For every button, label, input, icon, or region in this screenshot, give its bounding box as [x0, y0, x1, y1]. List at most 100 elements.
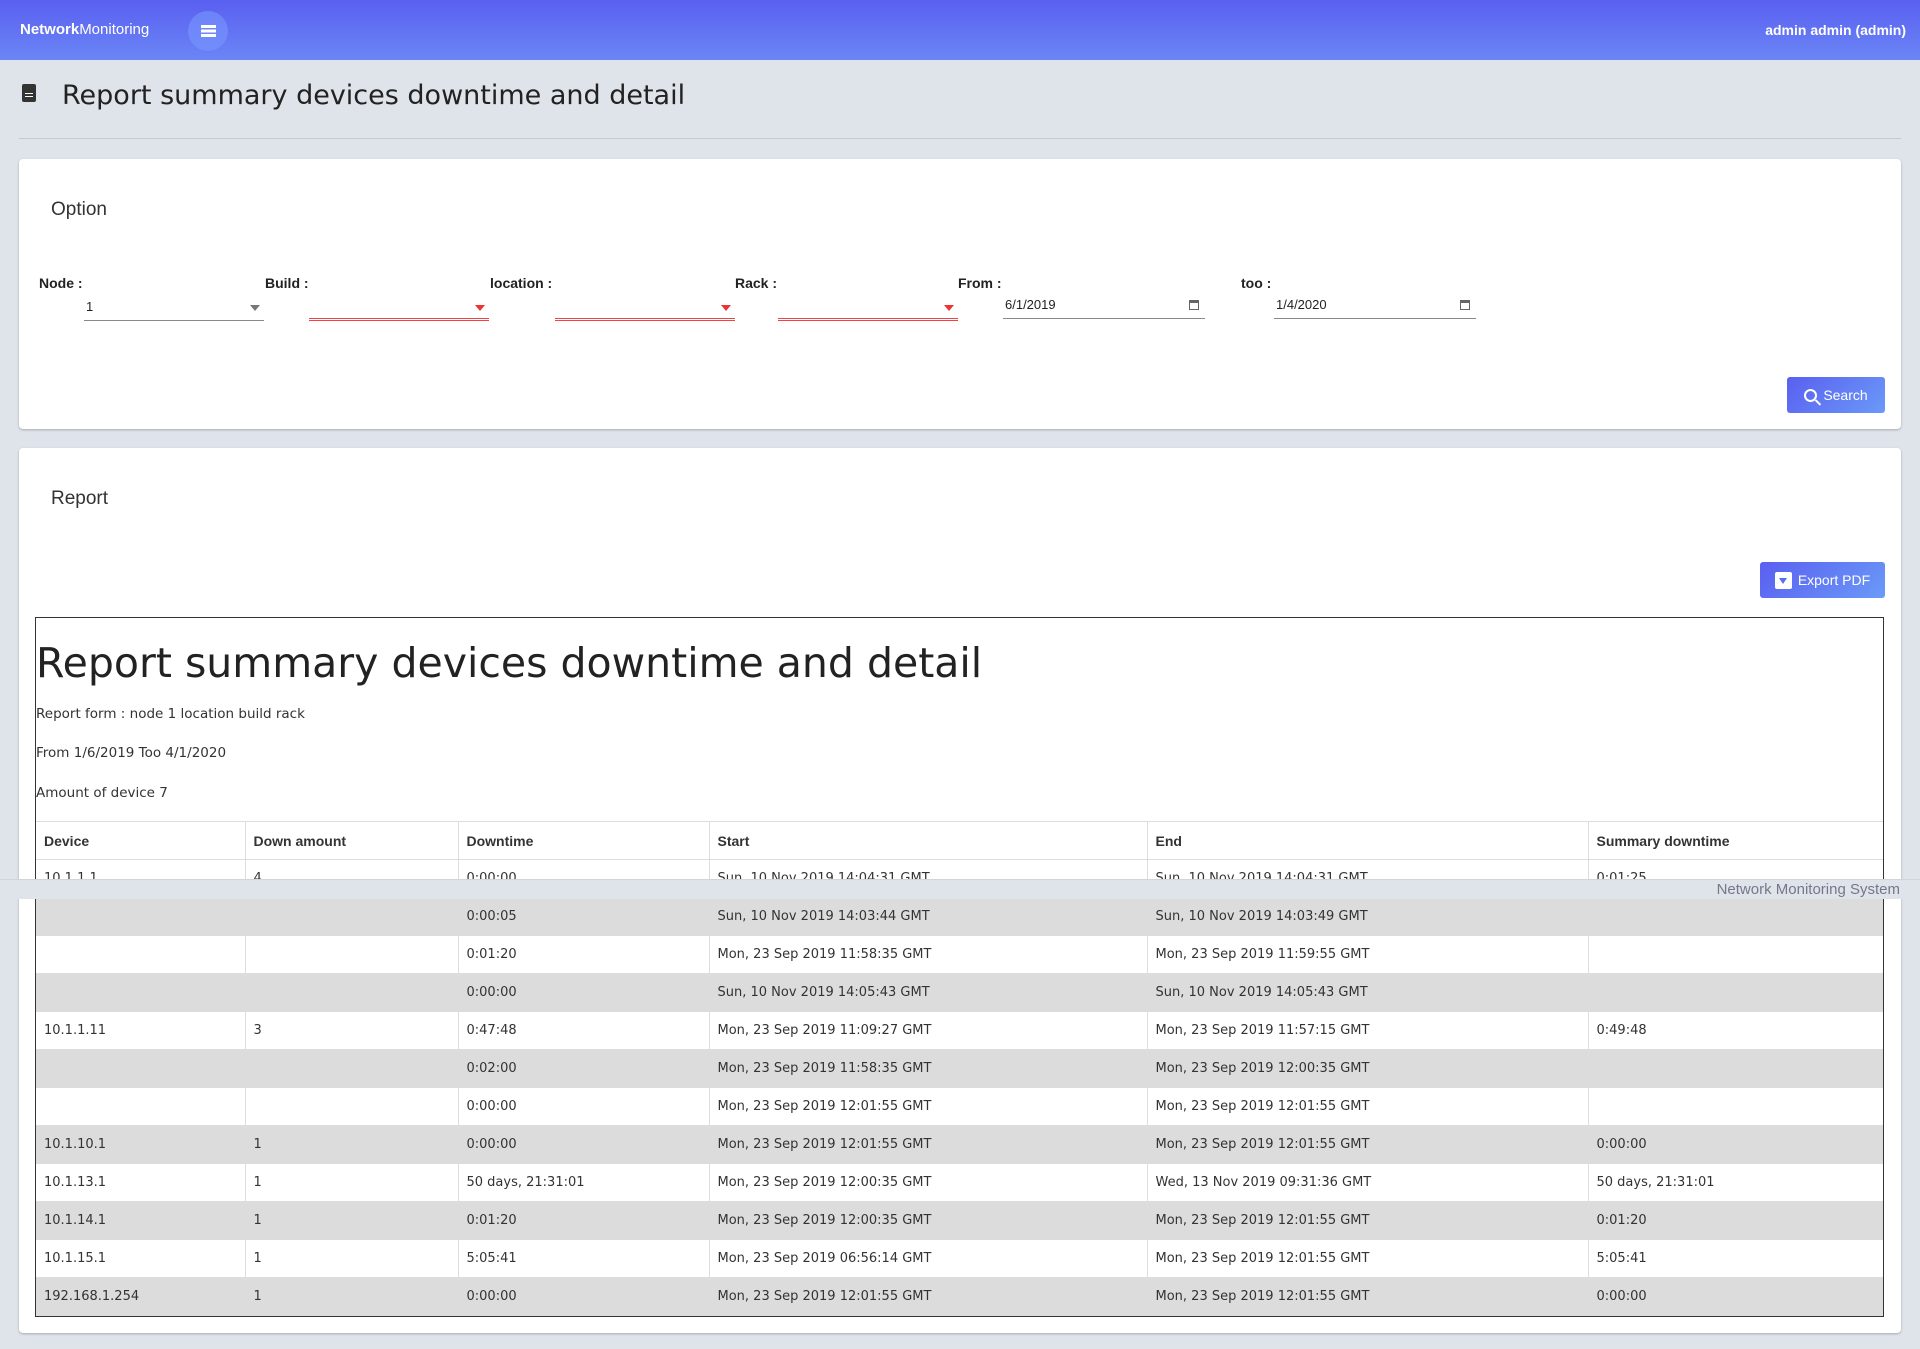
table-cell: 5:05:41: [1588, 1239, 1883, 1278]
table-cell: 0:00:00: [458, 1087, 710, 1126]
report-doc-title: Report summary devices downtime and deta…: [36, 639, 983, 687]
from-label: From :: [958, 275, 1002, 291]
table-cell: 0:00:00: [1588, 1125, 1883, 1164]
table-row: 10.1.15.1 1 5:05:41 Mon, 23 Sep 2019 06:56:…: [36, 1239, 1883, 1278]
table-cell: [36, 1087, 246, 1126]
option-title: Option: [51, 199, 107, 220]
table-cell: Mon, 23 Sep 2019 11:58:35 GMT: [709, 935, 1148, 974]
table-cell: Wed, 13 Nov 2019 09:31:36 GMT: [1147, 1163, 1589, 1202]
table-row: 0:01:20 Mon, 23 Sep 2019 11:58:35 GMT Mon,…: [36, 935, 1883, 974]
too-label: too :: [1241, 275, 1272, 291]
footer: Network Monitoring System: [0, 879, 1920, 899]
file-icon: [22, 84, 36, 102]
build-label: Build :: [265, 275, 309, 291]
build-select[interactable]: [309, 295, 489, 321]
table-cell: Mon, 23 Sep 2019 11:09:27 GMT: [709, 1011, 1148, 1050]
table-row: 0:00:00 Mon, 23 Sep 2019 12:01:55 GMT Mon,…: [36, 1087, 1883, 1126]
table-cell: Mon, 23 Sep 2019 12:01:55 GMT: [1147, 1087, 1589, 1126]
export-pdf-button[interactable]: Export PDF: [1760, 562, 1885, 598]
table-cell: Mon, 23 Sep 2019 11:57:15 GMT: [1147, 1011, 1589, 1050]
table-cell: 3: [245, 1011, 459, 1050]
table-cell: [1588, 973, 1883, 1012]
column-header: End: [1147, 821, 1589, 860]
table-cell: 0:01:20: [458, 1201, 710, 1240]
report-amount-line: Amount of device 7: [36, 785, 168, 801]
column-header: Downtime: [458, 821, 710, 860]
table-cell: 50 days, 21:31:01: [1588, 1163, 1883, 1202]
chevron-down-icon: [944, 305, 954, 311]
rack-label: Rack :: [735, 275, 778, 291]
table-cell: [245, 1049, 459, 1088]
table-row: 0:00:00 Sun, 10 Nov 2019 14:05:43 GMT Sun,…: [36, 973, 1883, 1012]
table-cell: Mon, 23 Sep 2019 12:01:55 GMT: [1147, 1201, 1589, 1240]
page-title: Report summary devices downtime and deta…: [62, 80, 686, 111]
rack-select[interactable]: [778, 295, 958, 321]
location-select[interactable]: [555, 295, 735, 321]
table-cell: Mon, 23 Sep 2019 12:01:55 GMT: [709, 1087, 1148, 1126]
column-header: Start: [709, 821, 1148, 860]
table-cell: Mon, 23 Sep 2019 12:01:55 GMT: [1147, 1239, 1589, 1278]
table-cell: [1588, 1049, 1883, 1088]
table-cell: Sun, 10 Nov 2019 14:03:49 GMT: [1147, 897, 1589, 936]
calendar-icon[interactable]: [1189, 300, 1199, 310]
table-cell: Mon, 23 Sep 2019 12:00:35 GMT: [1147, 1049, 1589, 1088]
table-cell: 1: [245, 1277, 459, 1316]
table-row: 10.1.13.1 1 50 days, 21:31:01 Mon, 23 Sep 2…: [36, 1163, 1883, 1202]
table-cell: [36, 1049, 246, 1088]
location-label: location :: [490, 275, 553, 291]
table-cell: 192.168.1.254: [36, 1277, 246, 1316]
report-form-line: Report form : node 1 location build rack: [36, 706, 305, 722]
from-date-input[interactable]: 6/1/2019: [1003, 293, 1205, 319]
table-cell: 10.1.1.11: [36, 1011, 246, 1050]
footer-text: Network Monitoring System: [1716, 881, 1900, 898]
table-cell: 0:01:20: [458, 935, 710, 974]
table-cell: 0:00:00: [458, 973, 710, 1012]
table-cell: [245, 1087, 459, 1126]
column-header: Device: [36, 821, 246, 860]
table-cell: [36, 897, 246, 936]
table-row: 10.1.10.1 1 0:00:00 Mon, 23 Sep 2019 12:01:…: [36, 1125, 1883, 1164]
search-button[interactable]: Search: [1787, 377, 1885, 413]
option-card: Option: [19, 159, 1901, 429]
table-cell: 0:00:00: [458, 1125, 710, 1164]
table-row: 192.168.1.254 1 0:00:00 Mon, 23 Sep 2019 12…: [36, 1277, 1883, 1316]
too-date-input[interactable]: 1/4/2020: [1274, 293, 1476, 319]
table-row: 0:02:00 Mon, 23 Sep 2019 11:58:35 GMT Mon,…: [36, 1049, 1883, 1088]
top-navbar: NetworkMonitoring admin admin (admin): [0, 0, 1920, 60]
table-cell: Mon, 23 Sep 2019 11:59:55 GMT: [1147, 935, 1589, 974]
table-cell: 1: [245, 1201, 459, 1240]
table-cell: [1588, 935, 1883, 974]
chevron-down-icon: [721, 305, 731, 311]
user-menu[interactable]: admin admin (admin): [1765, 22, 1906, 38]
node-select[interactable]: 1: [84, 295, 264, 321]
table-cell: 0:00:00: [458, 1277, 710, 1316]
calendar-icon[interactable]: [1460, 300, 1470, 310]
chevron-down-icon: [475, 305, 485, 311]
node-label: Node :: [39, 275, 83, 291]
column-header: Down amount: [245, 821, 459, 860]
menu-toggle-button[interactable]: [188, 11, 228, 51]
table-cell: [1588, 897, 1883, 936]
table-cell: Mon, 23 Sep 2019 06:56:14 GMT: [709, 1239, 1148, 1278]
table-cell: 5:05:41: [458, 1239, 710, 1278]
table-cell: 10.1.10.1: [36, 1125, 246, 1164]
table-cell: 10.1.13.1: [36, 1163, 246, 1202]
table-row: 10.1.14.1 1 0:01:20 Mon, 23 Sep 2019 12:00:…: [36, 1201, 1883, 1240]
table-cell: 0:02:00: [458, 1049, 710, 1088]
table-cell: 1: [245, 1239, 459, 1278]
table-cell: Sun, 10 Nov 2019 14:05:43 GMT: [709, 973, 1148, 1012]
table-cell: 0:49:48: [1588, 1011, 1883, 1050]
report-range-line: From 1/6/2019 Too 4/1/2020: [36, 745, 227, 761]
column-header: Summary downtime: [1588, 821, 1883, 860]
table-cell: [36, 935, 246, 974]
brand-logo[interactable]: NetworkMonitoring: [20, 21, 149, 38]
search-icon: [1804, 388, 1818, 402]
table-cell: [36, 973, 246, 1012]
report-title: Report: [51, 488, 109, 509]
table-cell: Mon, 23 Sep 2019 12:01:55 GMT: [1147, 1277, 1589, 1316]
table-cell: Mon, 23 Sep 2019 12:01:55 GMT: [1147, 1125, 1589, 1164]
table-cell: 0:00:00: [1588, 1277, 1883, 1316]
table-cell: [245, 897, 459, 936]
table-row: 0:00:05 Sun, 10 Nov 2019 14:03:44 GMT Sun,…: [36, 897, 1883, 936]
table-cell: Mon, 23 Sep 2019 12:01:55 GMT: [709, 1125, 1148, 1164]
